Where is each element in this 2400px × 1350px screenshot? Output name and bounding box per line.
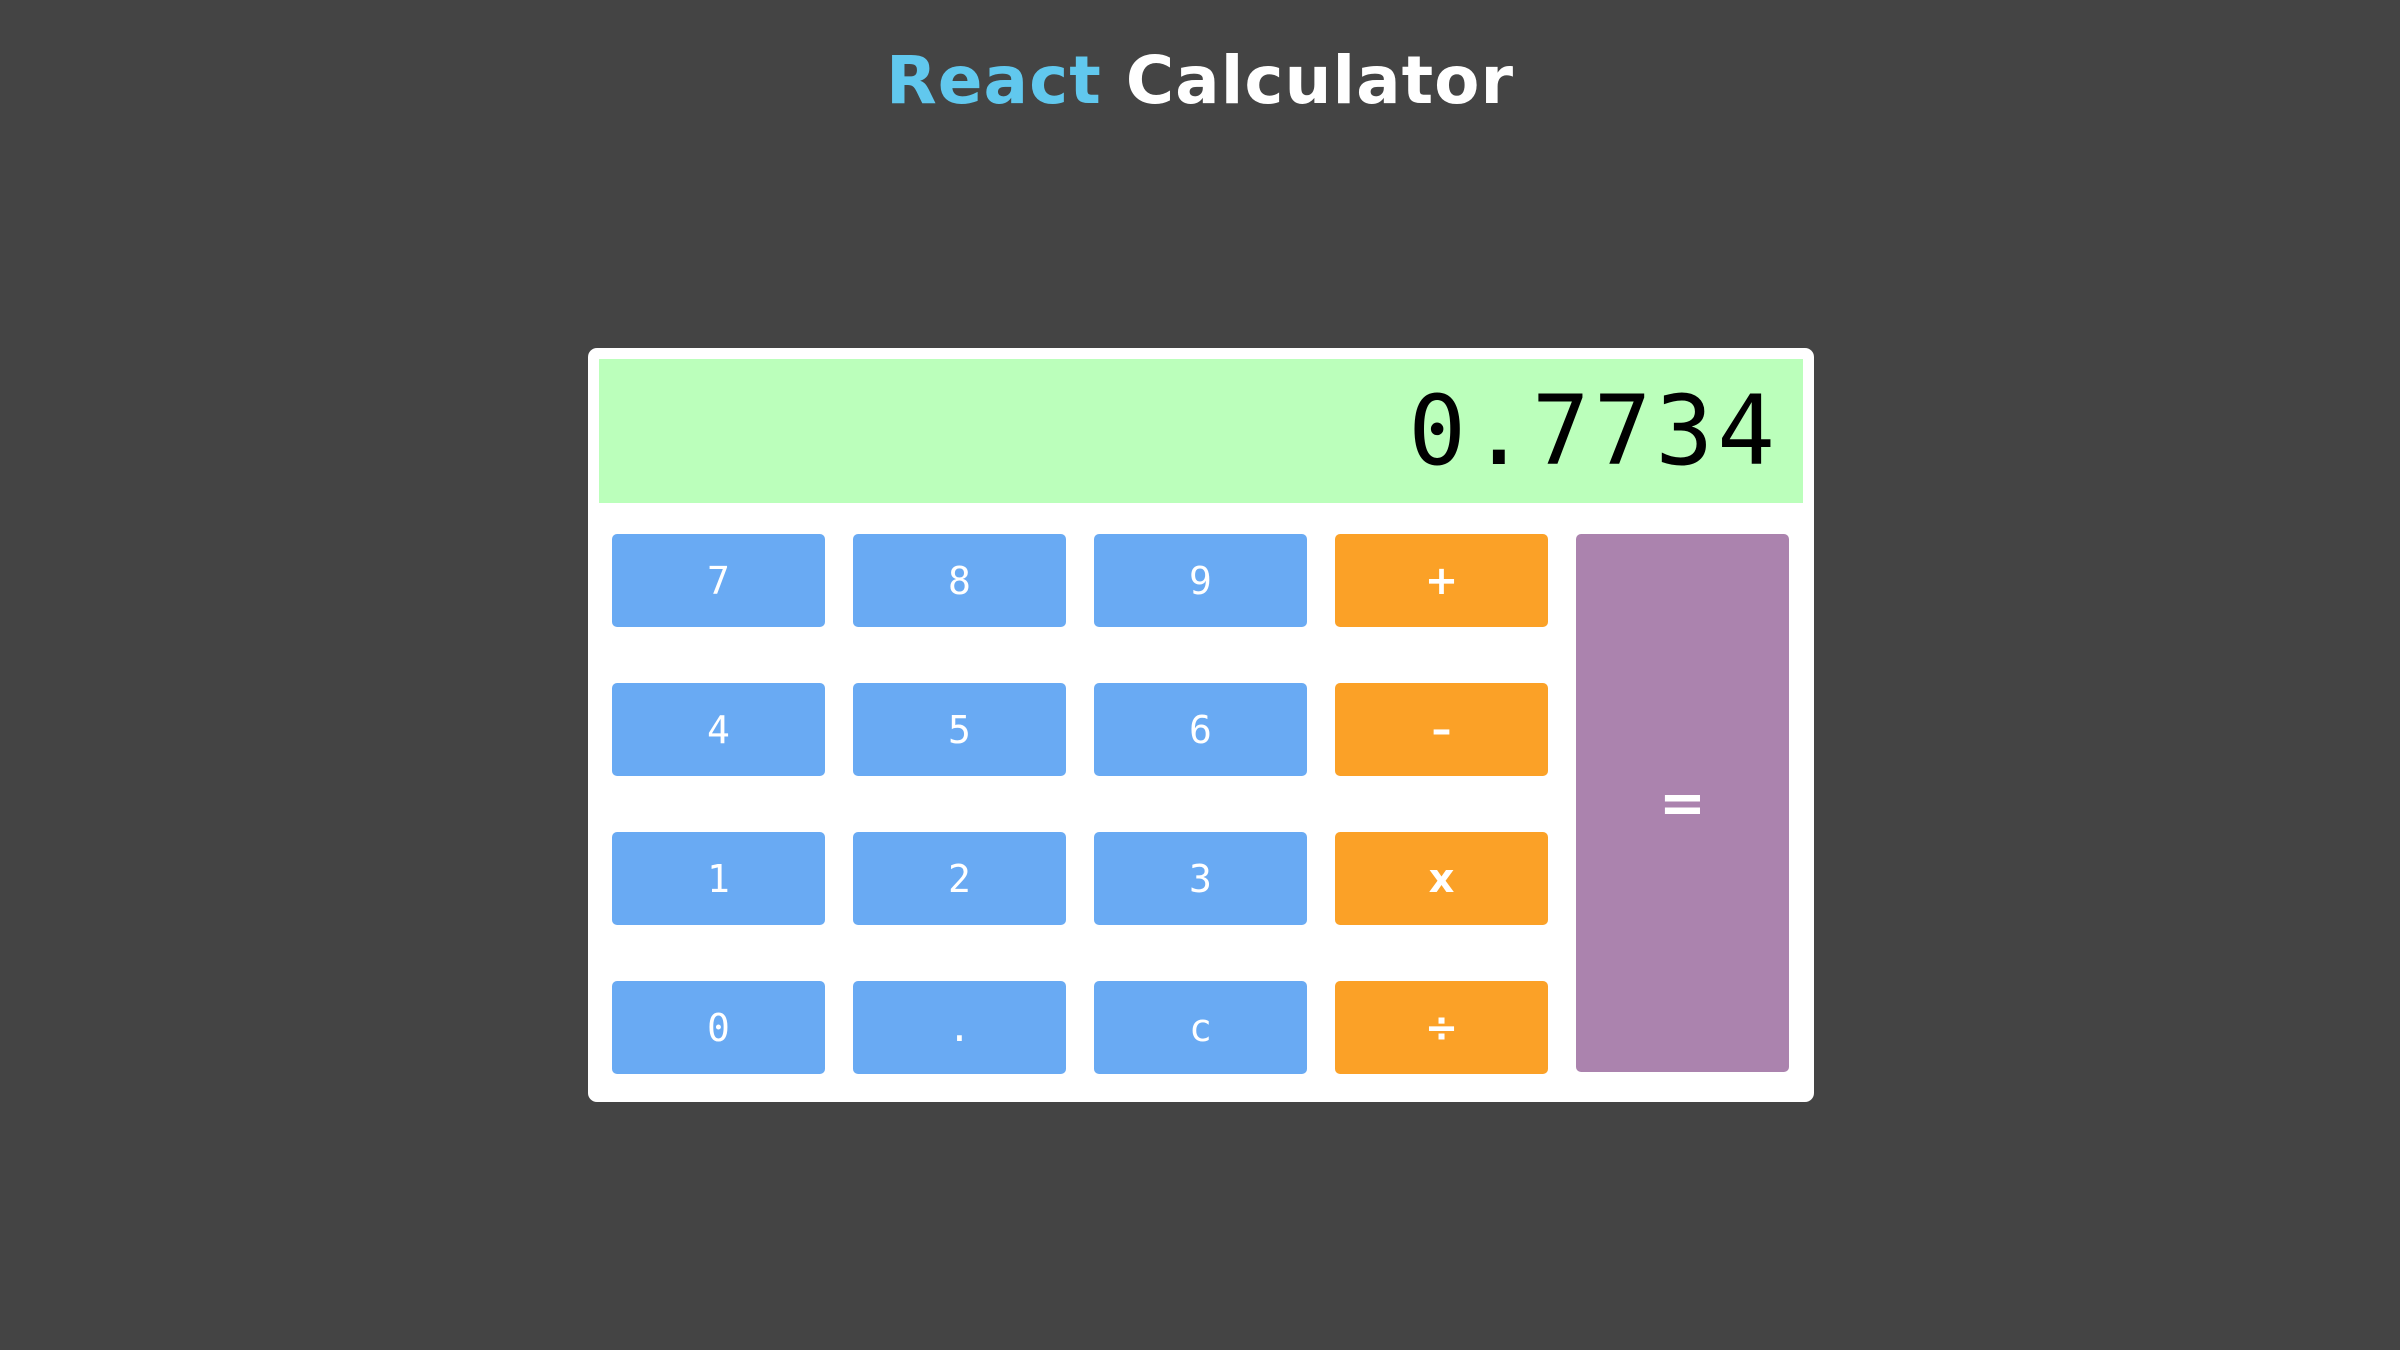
key-6-button[interactable]: 6 (1094, 683, 1307, 776)
key-9-button[interactable]: 9 (1094, 534, 1307, 627)
calculator-display: 0.7734 (599, 359, 1803, 503)
subtract-button[interactable]: – (1335, 683, 1548, 776)
clear-button[interactable]: c (1094, 981, 1307, 1074)
key-2-button[interactable]: 2 (853, 832, 1066, 925)
display-value: 0.7734 (1408, 375, 1779, 487)
key-3-button[interactable]: 3 (1094, 832, 1307, 925)
page-title: React Calculator (0, 36, 2400, 126)
equals-button[interactable]: = (1576, 534, 1789, 1072)
key-7-button[interactable]: 7 (612, 534, 825, 627)
add-button[interactable]: + (1335, 534, 1548, 627)
calculator: 0.7734 7 8 9 + 4 5 6 – 1 2 3 x 0 . c ÷ = (588, 348, 1814, 1102)
key-5-button[interactable]: 5 (853, 683, 1066, 776)
multiply-button[interactable]: x (1335, 832, 1548, 925)
key-8-button[interactable]: 8 (853, 534, 1066, 627)
title-calculator-word: Calculator (1125, 42, 1515, 119)
title-react-word: React (885, 42, 1102, 119)
decimal-button[interactable]: . (853, 981, 1066, 1074)
divide-button[interactable]: ÷ (1335, 981, 1548, 1074)
key-0-button[interactable]: 0 (612, 981, 825, 1074)
key-4-button[interactable]: 4 (612, 683, 825, 776)
key-1-button[interactable]: 1 (612, 832, 825, 925)
